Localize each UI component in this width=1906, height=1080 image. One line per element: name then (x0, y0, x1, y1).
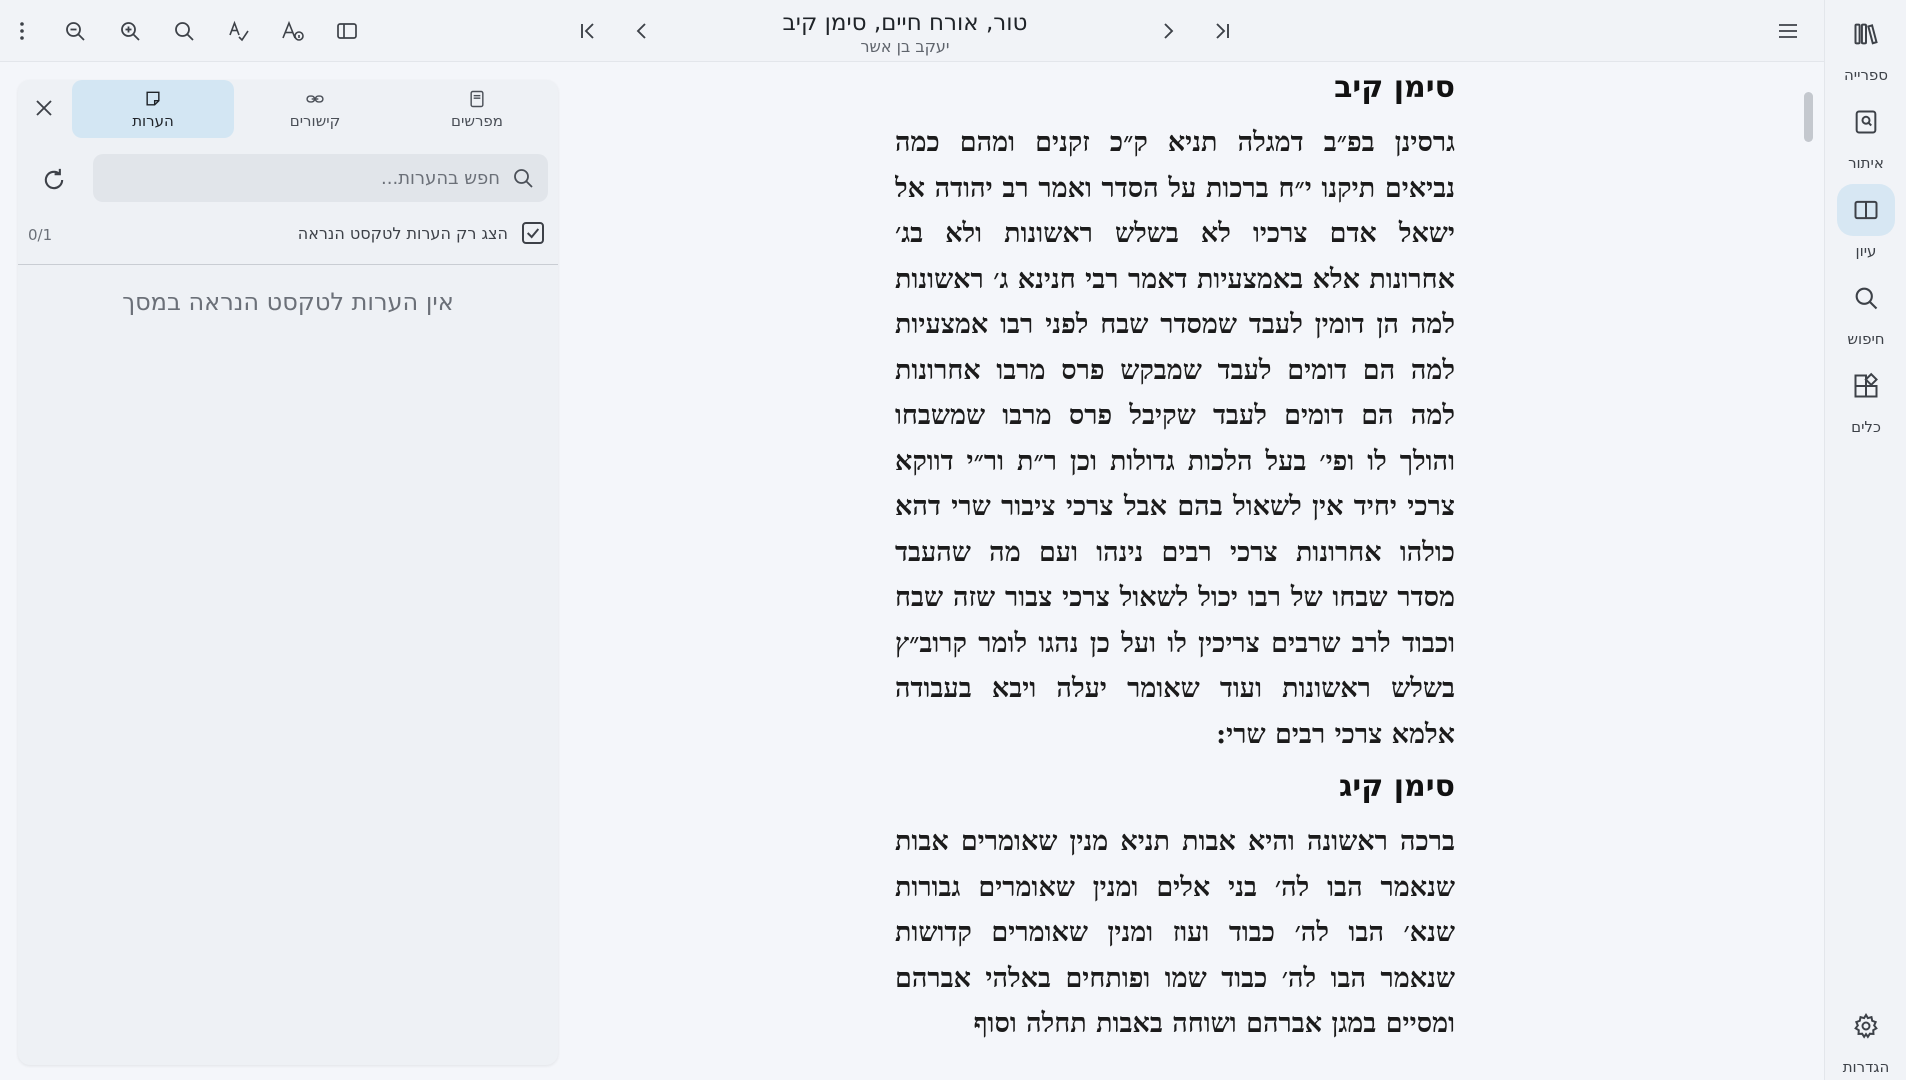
note-icon (146, 91, 160, 106)
more-vertical-icon[interactable] (4, 13, 40, 49)
notes-counter: 0/1 (28, 226, 53, 244)
page-title: טור, אורח חיים, סימן קיב (782, 10, 1028, 36)
nav-library-label: ספרייה (1843, 66, 1889, 84)
section-text: גרסינן בפ״ב דמגלה תניא ק״כ זקנים ומהם כמ… (895, 127, 1455, 750)
gear-icon (1837, 1000, 1895, 1052)
chevron-right-icon[interactable] (1150, 13, 1186, 49)
section-heading: סימן קיב (1334, 70, 1455, 105)
zoom-in-icon[interactable] (112, 13, 148, 49)
chevron-left-icon[interactable] (624, 13, 660, 49)
visible-text-filter-label: הצג רק הערות לטקסט הנראה (297, 224, 508, 243)
search-icon (1837, 272, 1895, 324)
nav-search[interactable]: חיפוש (1825, 272, 1906, 348)
zoom-out-icon[interactable] (57, 13, 93, 49)
search-icon (511, 166, 535, 190)
tab-commentaries[interactable]: מפרשים (396, 80, 558, 138)
empty-notes-message: אין הערות לטקסט הנראה במסך (122, 288, 454, 316)
tab-notes[interactable]: הערות (72, 80, 234, 138)
divider (18, 264, 558, 265)
skip-first-icon[interactable] (570, 13, 606, 49)
reader-text-area: סימן קיב גרסינן בפ״ב דמגלה תניא ק״כ זקני… (895, 62, 1455, 1080)
notes-panel: הערות קישורים מפרשים 0/1 הצג רק הערות לט… (18, 80, 558, 1065)
nav-settings-label: הגדרות (1842, 1058, 1890, 1076)
nav-search-label: חיפוש (1847, 330, 1885, 348)
notes-search-input[interactable] (105, 154, 500, 202)
navigation-rail: ספרייה איתור עיון חיפוש כלים הגדרות (1824, 0, 1906, 1080)
tab-links-label: קישורים (289, 111, 341, 130)
tools-icon (1837, 360, 1895, 412)
nav-study[interactable]: עיון (1825, 184, 1906, 260)
notes-search-box (93, 154, 548, 202)
section-text: ברכה ראשונה והיא אבות תניא מנין שאומרים … (895, 826, 1455, 1039)
close-icon[interactable] (28, 92, 60, 124)
nav-tools-label: כלים (1851, 418, 1881, 436)
spell-check-icon[interactable] (221, 13, 257, 49)
visible-text-filter-checkbox[interactable] (522, 222, 544, 244)
search-icon[interactable] (166, 13, 202, 49)
section-heading: סימן קיג (1338, 769, 1455, 804)
nav-study-label: עיון (1855, 242, 1877, 260)
page-subtitle: יעקב בן אשר (860, 37, 950, 56)
tab-commentaries-label: מפרשים (451, 111, 503, 130)
nav-locate-label: איתור (1848, 154, 1884, 172)
sidebar-toggle-icon[interactable] (329, 13, 365, 49)
scrollbar-thumb[interactable] (1804, 92, 1813, 142)
book-open-icon (1837, 184, 1895, 236)
nav-locate[interactable]: איתור (1825, 96, 1906, 172)
nav-library[interactable]: ספרייה (1825, 8, 1906, 84)
tab-notes-label: הערות (132, 111, 174, 130)
locate-book-icon (1837, 96, 1895, 148)
refresh-icon[interactable] (34, 160, 74, 200)
commentary-book-icon (470, 90, 484, 107)
top-toolbar: טור, אורח חיים, סימן קיב יעקב בן אשר (0, 0, 1824, 62)
nav-tools[interactable]: כלים (1825, 360, 1906, 436)
skip-last-icon[interactable] (1204, 13, 1240, 49)
font-info-icon[interactable] (275, 13, 311, 49)
nav-settings[interactable]: הגדרות (1825, 1000, 1906, 1076)
hamburger-menu-icon[interactable] (1770, 13, 1806, 49)
link-icon (306, 94, 324, 103)
library-icon (1837, 8, 1895, 60)
document-title: טור, אורח חיים, סימן קיב יעקב בן אשר (740, 8, 1070, 56)
tab-links[interactable]: קישורים (234, 80, 396, 138)
